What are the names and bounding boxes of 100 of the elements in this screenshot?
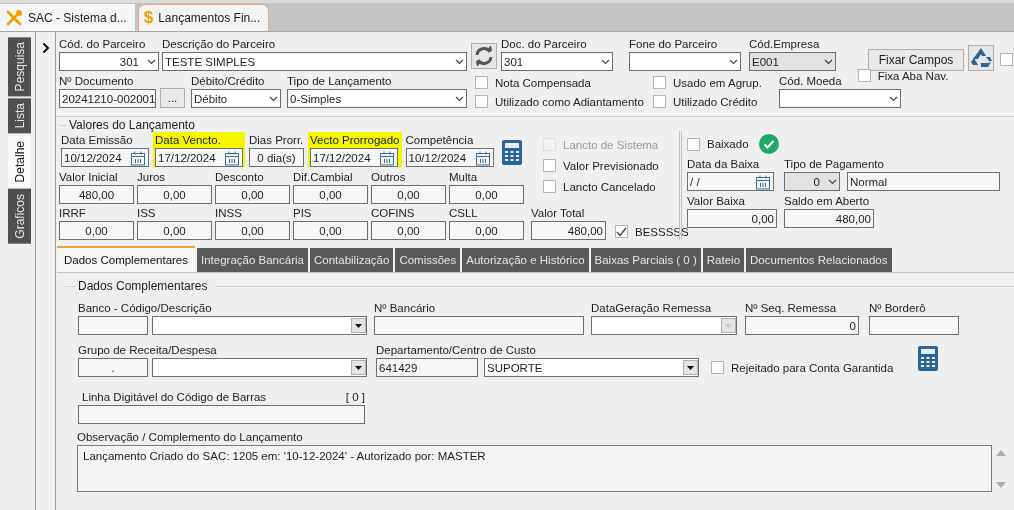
field-label: Outros bbox=[371, 171, 407, 184]
tab[interactable]: Comissões bbox=[395, 248, 461, 272]
field-label: Nº Seq. Remessa bbox=[745, 302, 838, 315]
dropdown[interactable] bbox=[152, 358, 367, 377]
side-tab[interactable]: Graficos bbox=[8, 189, 31, 244]
text-field[interactable]: 0,00 bbox=[59, 221, 134, 240]
field-label: Nº Bancário bbox=[374, 302, 437, 315]
app-tab[interactable]: SAC - Sistema d... bbox=[0, 4, 135, 31]
text-field[interactable]: 20241210-002001 bbox=[59, 89, 156, 108]
field-label: INSS bbox=[215, 207, 243, 220]
text-field[interactable]: 0,00 bbox=[371, 221, 446, 240]
checkbox[interactable] bbox=[543, 159, 556, 172]
text-field[interactable]: 0 dia(s) bbox=[249, 148, 304, 167]
dropdown[interactable] bbox=[629, 52, 741, 71]
checkbox[interactable] bbox=[711, 361, 724, 374]
date-field[interactable]: 17/12/2024 bbox=[155, 148, 243, 167]
tab[interactable]: Rateio bbox=[702, 248, 745, 272]
text-field[interactable]: . bbox=[78, 358, 148, 377]
text-field[interactable] bbox=[374, 316, 584, 335]
caret-icon bbox=[721, 318, 736, 333]
dropdown[interactable]: 0 bbox=[784, 172, 840, 191]
dropdown[interactable] bbox=[779, 89, 901, 108]
checkbox[interactable] bbox=[1000, 53, 1013, 66]
checkbox[interactable] bbox=[687, 137, 700, 151]
refresh-icon bbox=[474, 46, 494, 66]
field-label: Valor Inicial bbox=[59, 171, 119, 184]
side-tab[interactable]: Lista bbox=[8, 98, 31, 134]
field-label: Data Vencto. bbox=[155, 134, 222, 147]
checkbox[interactable] bbox=[475, 95, 488, 108]
field-label: IRRF bbox=[59, 207, 87, 220]
field-label: Nº Documento bbox=[59, 75, 135, 88]
checkbox[interactable] bbox=[475, 76, 488, 89]
text-field[interactable]: 0,00 bbox=[137, 221, 212, 240]
chevron-right-icon[interactable] bbox=[41, 42, 50, 54]
text-field[interactable]: 0,00 bbox=[449, 185, 524, 204]
refresh-button[interactable] bbox=[471, 43, 497, 69]
recycle-button[interactable] bbox=[968, 45, 994, 71]
fix-fields-button[interactable]: Fixar Campos bbox=[868, 49, 964, 71]
dropdown[interactable] bbox=[591, 316, 737, 335]
checkbox[interactable] bbox=[615, 225, 628, 238]
checkbox-label: Rejeitado para Conta Garantida bbox=[731, 361, 894, 374]
side-tab[interactable]: Pesquisa bbox=[8, 37, 31, 97]
text-field[interactable]: 0 bbox=[745, 316, 859, 335]
text-field[interactable]: 0,00 bbox=[371, 185, 446, 204]
tab[interactable]: Baixas Parciais ( 0 ) bbox=[590, 248, 701, 272]
caret-icon bbox=[455, 58, 464, 65]
text-field[interactable]: 0,00 bbox=[687, 209, 777, 228]
checkbox-label: Utilizado como Adiantamento bbox=[495, 95, 644, 108]
field-label: Vecto Prorrogado bbox=[310, 134, 400, 147]
text-field[interactable]: Normal bbox=[847, 172, 1000, 191]
text-field[interactable]: 0,00 bbox=[293, 185, 368, 204]
checkbox[interactable] bbox=[857, 69, 871, 82]
text-field[interactable]: 480,00 bbox=[531, 221, 606, 240]
field-label: Desconto bbox=[215, 171, 265, 184]
text-field[interactable]: 480,00 bbox=[784, 209, 874, 228]
field-label: Dif.Cambial bbox=[293, 171, 354, 184]
text-field[interactable]: 0,00 bbox=[449, 221, 524, 240]
text-field[interactable]: 0,00 bbox=[215, 185, 290, 204]
date-field[interactable]: 10/12/2024 bbox=[61, 148, 149, 167]
dropdown[interactable]: SUPORTE bbox=[484, 358, 699, 377]
dropdown[interactable]: TESTE SIMPLES bbox=[162, 52, 467, 71]
tab[interactable]: Dados Complementares bbox=[57, 246, 195, 272]
field-label: Cód. Moeda bbox=[779, 75, 842, 88]
app-tab[interactable]: $ Lançamentos Fin... bbox=[137, 4, 270, 31]
dropdown[interactable]: 301 bbox=[59, 52, 159, 71]
field-label: Data da Baixa bbox=[687, 158, 761, 171]
field-label: Grupo de Receita/Despesa bbox=[78, 344, 218, 357]
checkbox-label: Lancto de Sistema bbox=[563, 138, 659, 151]
text-field[interactable] bbox=[78, 316, 148, 335]
field-label: Dias Prorr. bbox=[249, 134, 304, 147]
tab[interactable]: Autorização e Histórico bbox=[462, 248, 589, 272]
calendar-icon bbox=[474, 149, 491, 166]
date-field[interactable]: / / bbox=[687, 172, 774, 191]
text-field[interactable]: 480,00 bbox=[59, 185, 134, 204]
text-area[interactable]: Lançamento Criado do SAC: 1205 em: '10-12-2024' - Autorizado por: MASTER bbox=[77, 445, 992, 492]
text-field[interactable] bbox=[78, 405, 365, 424]
tab[interactable]: Documentos Relacionados bbox=[746, 248, 892, 272]
tab[interactable]: Contabilização bbox=[309, 248, 394, 272]
checkbox[interactable] bbox=[653, 76, 666, 89]
dropdown[interactable]: Débito bbox=[191, 89, 281, 108]
text-field[interactable] bbox=[869, 316, 959, 335]
dropdown[interactable]: 301 bbox=[501, 52, 613, 71]
date-field[interactable]: 17/12/2024 bbox=[310, 148, 398, 167]
checkbox[interactable] bbox=[653, 95, 666, 108]
dropdown[interactable]: 0-Simples bbox=[287, 89, 467, 108]
text-field[interactable]: 0,00 bbox=[215, 221, 290, 240]
lookup-button[interactable]: ... bbox=[160, 88, 185, 108]
field-label: Linha Digitável do Código de Barras bbox=[82, 391, 267, 404]
checkbox[interactable] bbox=[543, 180, 556, 193]
dropdown[interactable] bbox=[152, 316, 367, 335]
field-label: Descrição do Parceiro bbox=[162, 38, 277, 51]
text-field[interactable]: 641429 bbox=[376, 358, 478, 377]
text-field[interactable]: 0,00 bbox=[137, 185, 212, 204]
field-label: Débito/Crédito bbox=[191, 75, 266, 88]
text-field[interactable]: 0,00 bbox=[293, 221, 368, 240]
tab[interactable]: Integração Bancária bbox=[197, 248, 308, 272]
side-tab[interactable]: Detalhe bbox=[8, 135, 31, 188]
field-label: CSLL bbox=[449, 207, 479, 220]
date-field[interactable]: 10/12/2024 bbox=[405, 148, 494, 167]
field-label: Valor Baixa bbox=[687, 195, 746, 208]
